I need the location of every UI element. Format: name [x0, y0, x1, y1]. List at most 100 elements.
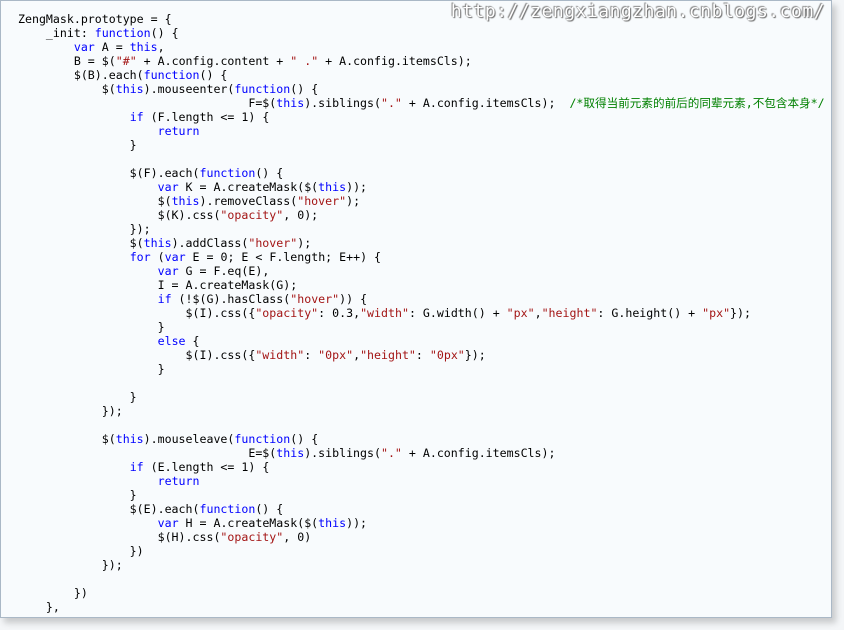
code-token: )); — [346, 516, 368, 530]
code-token: } — [18, 488, 137, 502]
code-token: } — [18, 320, 165, 334]
code-line: return — [18, 474, 825, 488]
code-token: ); — [304, 208, 319, 222]
code-line: }); — [18, 404, 825, 418]
code-token: "." — [380, 446, 402, 460]
code-token: /*取得当前元素的前后的同辈元素,不包含本身*/ — [569, 96, 825, 110]
code-token: $(H).css( — [18, 530, 221, 544]
code-token: ).addClass( — [171, 236, 249, 250]
code-token: + A.config.content + — [136, 54, 291, 68]
code-token: for — [129, 250, 151, 264]
code-token: , — [353, 306, 361, 320]
code-token: function — [234, 432, 291, 446]
code-line: I = A.createMask(G); — [18, 278, 825, 292]
code-token: ) { — [248, 110, 270, 124]
code-token: $( — [18, 236, 144, 250]
code-line: $(K).css("opacity", 0); — [18, 208, 825, 222]
code-token: function — [94, 26, 151, 40]
code-token: this — [143, 236, 172, 250]
code-line: if (E.length <= 1) { — [18, 460, 825, 474]
code-token: $(I).css({ — [18, 306, 256, 320]
code-token: }); — [18, 404, 123, 418]
code-token: () { — [199, 68, 228, 82]
code-token: A = — [94, 40, 130, 54]
code-token: $( — [18, 194, 172, 208]
code-token: 0.3 — [332, 306, 354, 320]
code-token: function — [143, 68, 200, 82]
code-token: ); — [346, 194, 361, 208]
code-token: "0px" — [429, 348, 465, 362]
code-token: F=$( — [18, 96, 277, 110]
code-token: $(F).each( — [18, 166, 200, 180]
code-token: } — [18, 362, 165, 376]
code-token: $(I).css({ — [18, 348, 256, 362]
code-token: : — [304, 348, 319, 362]
code-token: "opacity" — [220, 208, 284, 222]
code-line: _init: function() { — [18, 26, 825, 40]
code-token: I = A.createMask(G); — [18, 278, 298, 292]
code-token: _init: — [18, 26, 95, 40]
code-token: " ." — [290, 54, 319, 68]
code-token: ( — [150, 250, 165, 264]
code-token: () { — [290, 82, 319, 96]
code-token: this — [115, 432, 144, 446]
code-token: function — [234, 82, 291, 96]
code-token: + A.config.itemsCls); — [401, 446, 556, 460]
code-token: "height" — [541, 306, 598, 320]
code-token: $(K).css( — [18, 208, 221, 222]
code-line: }); — [18, 222, 825, 236]
code-line: $(this).mouseenter(function() { — [18, 82, 825, 96]
code-token: E = — [185, 250, 221, 264]
code-line: } — [18, 390, 825, 404]
code-token: (!$(G).hasClass( — [171, 292, 291, 306]
code-token: E=$( — [18, 446, 277, 460]
code-token: }) — [18, 544, 144, 558]
code-token: function — [199, 166, 256, 180]
code-line: var K = A.createMask($(this)); — [18, 180, 825, 194]
code-line: } — [18, 362, 825, 376]
code-token: B = $( — [18, 54, 116, 68]
code-token: "hover" — [297, 194, 347, 208]
code-line: for (var E = 0; E < F.length; E++) { — [18, 250, 825, 264]
code-line: $(this).addClass("hover"); — [18, 236, 825, 250]
code-token: , — [283, 530, 298, 544]
code-token: }) — [18, 586, 88, 600]
code-token: var — [73, 40, 95, 54]
code-token: }); — [464, 348, 486, 362]
code-viewer: ZengMask.prototype = { _init: function()… — [0, 0, 832, 618]
code-token: this — [115, 82, 144, 96]
code-token: + A.config.itemsCls); — [401, 96, 570, 110]
code-token: ; E < F.length; E++) { — [227, 250, 382, 264]
code-token: + A.config.itemsCls); — [318, 54, 472, 68]
code-token: () { — [290, 432, 319, 446]
code-token: { — [185, 334, 200, 348]
code-token: } — [18, 138, 137, 152]
code-line: return — [18, 124, 825, 138]
code-line: }, — [18, 600, 825, 614]
code-token: ).removeClass( — [199, 194, 298, 208]
code-token: this — [276, 96, 305, 110]
code-line: $(E).each(function() { — [18, 502, 825, 516]
code-token: ) { — [248, 460, 270, 474]
code-token: ); — [297, 236, 312, 250]
code-line: $(B).each(function() { — [18, 68, 825, 82]
code-token: "hover" — [290, 292, 340, 306]
code-token: "width" — [360, 306, 409, 320]
code-token: "px" — [702, 306, 731, 320]
code-block: ZengMask.prototype = { _init: function()… — [18, 12, 825, 614]
code-token: "opacity" — [220, 530, 284, 544]
code-token: )); — [346, 180, 368, 194]
code-token: "height" — [360, 348, 416, 362]
code-line: } — [18, 138, 825, 152]
code-line: $(I).css({"width": "0px","height": "0px"… — [18, 348, 825, 362]
code-token: , — [534, 306, 542, 320]
